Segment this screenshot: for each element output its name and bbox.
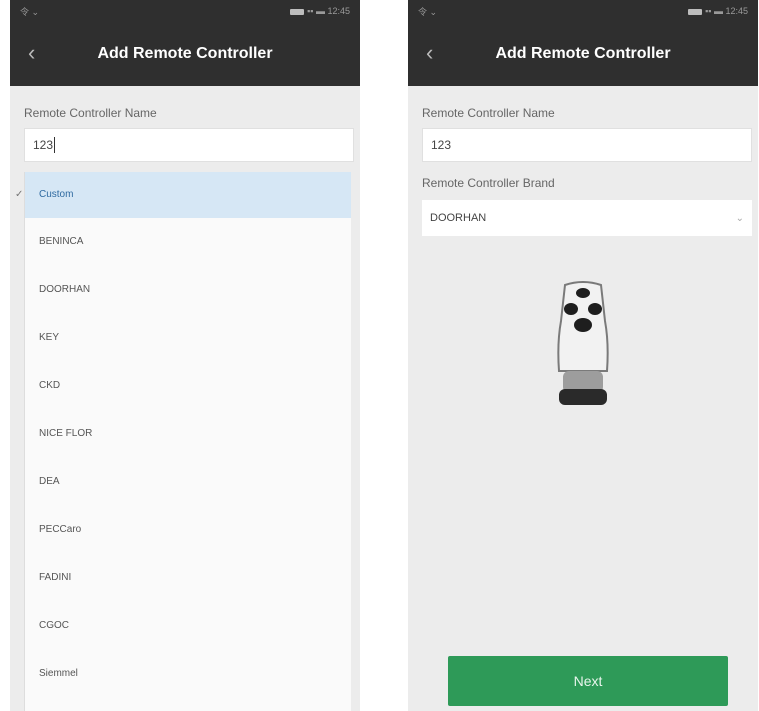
header: ‹ Add Remote Controller bbox=[10, 22, 360, 86]
dropdown-option[interactable]: BENINCA bbox=[25, 218, 351, 266]
brand-select[interactable]: DOORHAN ⌄ bbox=[422, 200, 752, 236]
brand-dropdown-list: ✓ Custom BENINCA DOORHAN KEY CKD NICE FL… bbox=[15, 172, 351, 711]
dropdown-option-label: Custom bbox=[39, 189, 74, 200]
left-screen: 令 ⌄ ▪▪ ▬ 12:45 ‹ Add Remote Controller R… bbox=[10, 0, 360, 711]
chevron-down-icon: ⌄ bbox=[735, 212, 744, 224]
name-input[interactable]: 123 bbox=[24, 128, 354, 162]
name-label: Remote Controller Name bbox=[24, 106, 157, 120]
brand-label: Remote Controller Brand bbox=[422, 176, 555, 190]
dropdown-option[interactable]: Siemmel bbox=[25, 650, 351, 698]
status-bar: 令 ⌄ ▪▪ ▬ 12:45 bbox=[10, 0, 360, 22]
page-title: Add Remote Controller bbox=[495, 45, 671, 62]
dropdown-option[interactable]: NICE FLOR bbox=[25, 410, 351, 458]
dropdown-option[interactable]: KEY bbox=[25, 314, 351, 362]
battery-icon bbox=[290, 8, 305, 15]
dropdown-option-label: DOORHAN bbox=[39, 284, 91, 295]
status-time: ▪▪ ▬ 12:45 bbox=[705, 6, 748, 16]
name-input-value: 123 bbox=[431, 138, 452, 152]
dropdown-option[interactable]: CKD bbox=[25, 362, 351, 410]
battery-icon bbox=[688, 8, 703, 15]
dropdown-option-label: CKD bbox=[39, 380, 61, 391]
dropdown-option[interactable]: PECCaro bbox=[25, 506, 351, 554]
status-right: ▪▪ ▬ 12:45 bbox=[685, 6, 748, 16]
dropdown-option-custom[interactable]: ✓ Custom bbox=[15, 172, 351, 218]
brand-select-value: DOORHAN bbox=[430, 212, 487, 224]
remote-control-image bbox=[551, 281, 615, 414]
name-input-value: 123 bbox=[33, 138, 54, 152]
status-left: 令 ⌄ bbox=[20, 6, 40, 17]
next-button[interactable]: Next bbox=[448, 656, 728, 706]
dropdown-option[interactable]: FADINI bbox=[25, 554, 351, 602]
dropdown-option-label: PECCaro bbox=[39, 524, 82, 535]
dropdown-option-label: KEY bbox=[39, 332, 60, 343]
dropdown-option[interactable]: DOORHAN bbox=[25, 266, 351, 314]
check-icon: ✓ bbox=[15, 189, 24, 200]
dropdown-option-label: DEA bbox=[39, 476, 60, 487]
page-title: Add Remote Controller bbox=[97, 45, 273, 62]
status-left: 令 ⌄ bbox=[418, 6, 438, 17]
name-input[interactable]: 123 bbox=[422, 128, 752, 162]
dropdown-option[interactable]: DEA bbox=[25, 458, 351, 506]
status-right: ▪▪ ▬ 12:45 bbox=[287, 6, 350, 16]
dropdown-option[interactable]: CGOC bbox=[25, 602, 351, 650]
dropdown-option-label: FADINI bbox=[39, 572, 72, 583]
text-cursor bbox=[54, 137, 56, 153]
dropdown-option-label: BENINCA bbox=[39, 236, 84, 247]
dropdown-option-label: CGOC bbox=[39, 620, 69, 631]
right-screen: 令 ⌄ ▪▪ ▬ 12:45 ‹ Add Remote Controller R… bbox=[408, 0, 758, 711]
status-bar: 令 ⌄ ▪▪ ▬ 12:45 bbox=[408, 0, 758, 22]
dropdown-option-label: Siemmel bbox=[39, 668, 78, 679]
name-label: Remote Controller Name bbox=[422, 106, 555, 120]
dropdown-option-label: NICE FLOR bbox=[39, 428, 93, 439]
header: ‹ Add Remote Controller bbox=[408, 22, 758, 86]
status-time: ▪▪ ▬ 12:45 bbox=[307, 6, 350, 16]
